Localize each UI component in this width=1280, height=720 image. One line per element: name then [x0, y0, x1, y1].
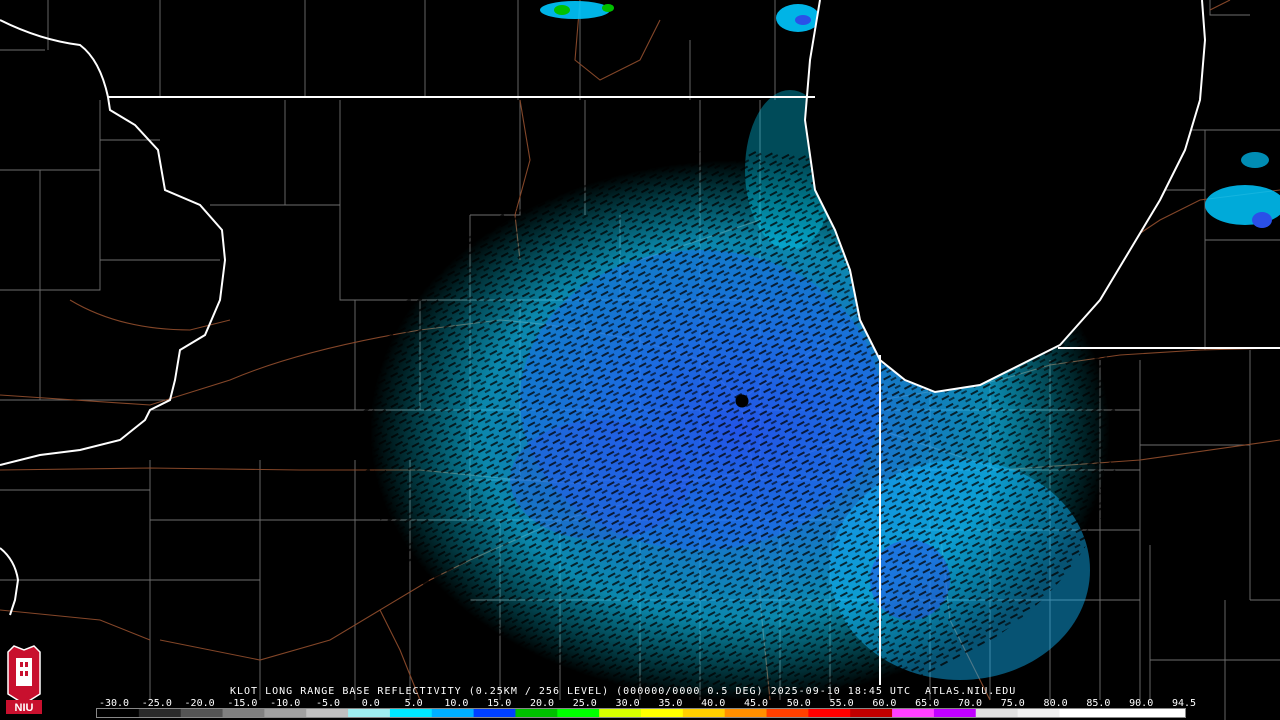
niu-logo-text: NIU	[15, 702, 34, 714]
colorbar-segment	[557, 709, 600, 717]
colorbar-segment	[641, 709, 684, 717]
reflectivity-colorbar	[96, 708, 1186, 718]
colorbar-segment	[682, 709, 726, 717]
colorbar-segment	[180, 709, 224, 717]
radar-site-marker	[735, 394, 749, 408]
colorbar-segment	[1059, 709, 1102, 717]
colorbar-segment	[138, 709, 182, 717]
colorbar-segment	[515, 709, 558, 717]
colorbar-segment	[473, 709, 516, 717]
colorbar-segment	[766, 709, 809, 717]
product-title: KLOT LONG RANGE BASE REFLECTIVITY (0.25K…	[230, 686, 1017, 697]
colorbar-segment	[264, 709, 307, 717]
colorbar-segment	[850, 709, 893, 717]
radar-map	[0, 0, 1280, 720]
colorbar-segment	[97, 709, 140, 717]
colorbar-segment	[892, 709, 935, 717]
niu-logo: NIU	[2, 644, 46, 716]
colorbar-segment	[1101, 709, 1144, 717]
colorbar-segment	[1017, 709, 1060, 717]
colorbar-segment	[933, 709, 977, 717]
colorbar-segment	[222, 709, 265, 717]
colorbar-segment	[389, 709, 433, 717]
colorbar-segment	[306, 709, 349, 717]
colorbar-segment	[975, 709, 1019, 717]
colorbar-segment	[599, 709, 642, 717]
colorbar-segment	[431, 709, 475, 717]
colorbar-segment	[1143, 709, 1185, 717]
colorbar-segment	[808, 709, 851, 717]
colorbar-segment	[724, 709, 768, 717]
colorbar-segment	[348, 709, 391, 717]
